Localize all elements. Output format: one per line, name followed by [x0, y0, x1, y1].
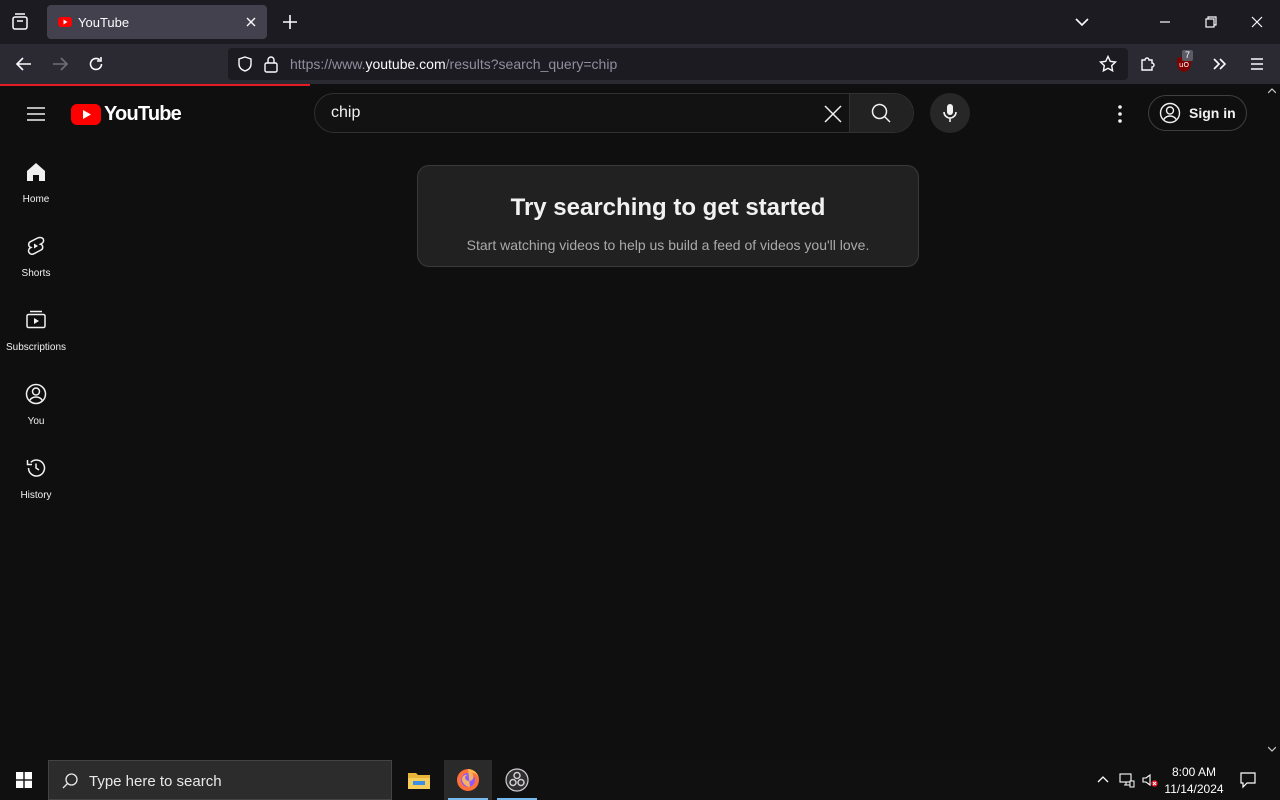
- search-icon: [61, 772, 79, 790]
- sidebar-item-label: You: [27, 416, 45, 427]
- firefox-icon: [456, 768, 480, 792]
- windows-logo-icon: [16, 772, 32, 788]
- sign-in-button[interactable]: Sign in: [1148, 95, 1247, 131]
- subscriptions-icon: [24, 308, 48, 332]
- sidebar-item-history[interactable]: History: [0, 438, 72, 512]
- network-icon[interactable]: [1119, 772, 1135, 788]
- svg-text:uO: uO: [1179, 61, 1189, 69]
- you-icon: [24, 382, 48, 406]
- bookmark-star-icon[interactable]: [1098, 54, 1118, 74]
- clock-time: 8:00 AM: [1171, 765, 1217, 779]
- search-icon: [870, 102, 892, 124]
- firefox-button[interactable]: [444, 760, 492, 800]
- close-window-icon[interactable]: [1247, 12, 1267, 32]
- back-arrow-icon[interactable]: [14, 54, 34, 74]
- lock-icon[interactable]: [263, 55, 279, 73]
- browser-tab-youtube[interactable]: YouTube: [47, 5, 267, 39]
- folder-icon: [407, 770, 431, 790]
- scroll-up-arrow-icon[interactable]: [1268, 88, 1276, 94]
- tab-title: YouTube: [78, 15, 130, 30]
- obs-icon: [505, 768, 529, 792]
- forward-arrow-icon[interactable]: [50, 54, 70, 74]
- logo-text: YouTube: [104, 103, 182, 125]
- extensions-puzzle-icon[interactable]: [1138, 54, 1158, 74]
- voice-search-button[interactable]: [930, 93, 970, 133]
- show-hidden-icons-chevron-icon[interactable]: [1095, 772, 1111, 788]
- sidebar-item-label: History: [20, 490, 52, 501]
- search-input[interactable]: [331, 104, 811, 122]
- page-scrollbar[interactable]: [1264, 86, 1280, 760]
- scroll-down-arrow-icon[interactable]: [1268, 746, 1276, 752]
- browser-nav-bar: https://www.youtube.com/results?search_q…: [0, 44, 1280, 84]
- youtube-play-logo-icon: [71, 104, 101, 125]
- sidebar-item-label: Home: [22, 194, 50, 205]
- sidebar-item-shorts[interactable]: Shorts: [0, 216, 72, 290]
- youtube-logo[interactable]: YouTube: [71, 103, 182, 126]
- microphone-icon: [940, 102, 960, 124]
- extension-count-badge: 7: [1182, 50, 1194, 61]
- empty-feed-prompt-card: Try searching to get started Start watch…: [417, 165, 919, 267]
- sidebar-item-home[interactable]: Home: [0, 142, 72, 216]
- reload-icon[interactable]: [86, 54, 106, 74]
- home-icon: [24, 160, 48, 184]
- youtube-header: YouTube Sign in: [0, 86, 1264, 142]
- clock-date: 11/14/2024: [1164, 782, 1224, 796]
- restore-icon[interactable]: [1201, 12, 1221, 32]
- prompt-subtitle: Start watching videos to help us build a…: [466, 237, 870, 253]
- hamburger-menu-icon[interactable]: [24, 102, 48, 126]
- browser-tab-bar: YouTube: [0, 0, 1280, 44]
- shorts-icon: [24, 234, 48, 258]
- tab-list-icon[interactable]: [8, 10, 32, 34]
- taskbar-search-placeholder: Type here to search: [89, 773, 222, 790]
- close-tab-icon[interactable]: [243, 14, 259, 30]
- account-circle-icon: [1159, 102, 1181, 124]
- search-box: [314, 93, 914, 133]
- prompt-title: Try searching to get started: [510, 194, 826, 221]
- new-tab-icon[interactable]: [280, 12, 300, 32]
- address-bar[interactable]: https://www.youtube.com/results?search_q…: [228, 48, 1128, 80]
- windows-taskbar: Type here to search 8:00 AM 11/14/2024: [0, 760, 1280, 800]
- minimize-icon[interactable]: [1155, 12, 1175, 32]
- file-explorer-button[interactable]: [395, 760, 443, 800]
- tracking-protection-shield-icon[interactable]: [236, 55, 254, 73]
- overflow-chevrons-icon[interactable]: [1210, 54, 1230, 74]
- sidebar-item-label: Subscriptions: [5, 342, 67, 353]
- browser-menu-icon[interactable]: [1247, 54, 1267, 74]
- sign-in-label: Sign in: [1189, 105, 1236, 121]
- more-options-icon[interactable]: [1108, 102, 1132, 126]
- notifications-icon[interactable]: [1239, 771, 1257, 789]
- taskbar-search-box[interactable]: Type here to search: [48, 760, 392, 800]
- sidebar-item-label: Shorts: [21, 268, 51, 279]
- sidebar-item-subscriptions[interactable]: Subscriptions: [0, 290, 72, 364]
- windows-start-button[interactable]: [0, 760, 48, 800]
- system-clock[interactable]: 8:00 AM 11/14/2024: [1160, 764, 1228, 798]
- obs-studio-button[interactable]: [493, 760, 541, 800]
- clear-search-icon[interactable]: [821, 102, 845, 126]
- url-text: https://www.youtube.com/results?search_q…: [290, 56, 618, 72]
- list-all-tabs-chevron-icon[interactable]: [1072, 12, 1092, 32]
- volume-muted-icon[interactable]: [1142, 772, 1158, 788]
- search-button[interactable]: [849, 94, 913, 132]
- youtube-favicon-icon: [58, 16, 72, 28]
- history-icon: [24, 456, 48, 480]
- sidebar-item-you[interactable]: You: [0, 364, 72, 438]
